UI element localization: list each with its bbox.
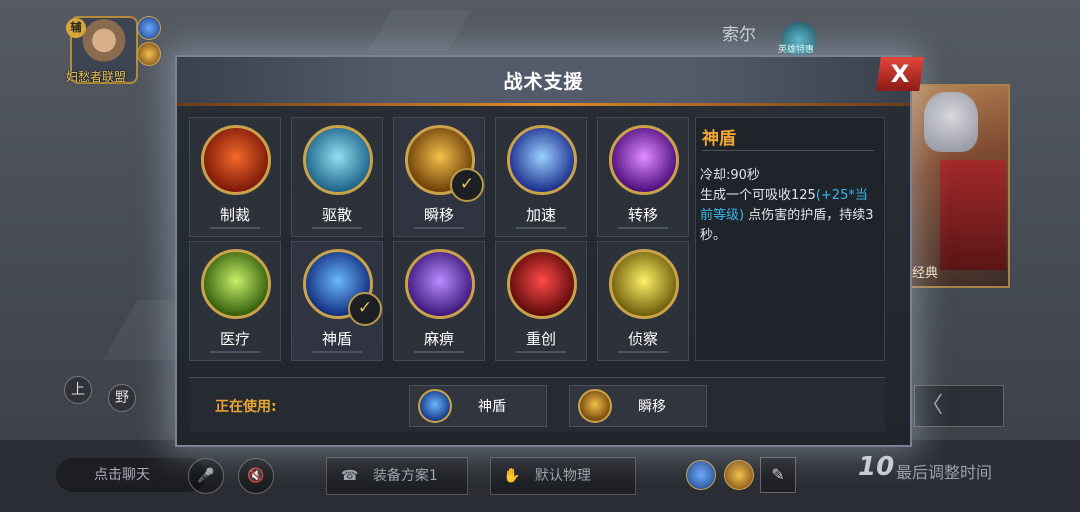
background-decoration: [368, 10, 472, 50]
skill-name: 转移: [627, 206, 658, 224]
aegis-icon: [137, 16, 161, 40]
skill-cell[interactable]: 驱散: [291, 117, 383, 237]
in-use-name: 神盾: [478, 399, 506, 415]
hero-portrait: [924, 92, 978, 152]
skill-detail-panel: 神盾 冷却:90秒 生成一个可吸收125(+25*当前等级) 点伤害的护盾，持续…: [695, 117, 885, 361]
transfer-icon: [609, 125, 679, 195]
skill-cell[interactable]: ✓ 神盾: [291, 241, 383, 361]
skill-underline: [516, 227, 566, 229]
hand-icon: ✋: [503, 468, 521, 484]
player-name: 索尔: [722, 25, 756, 45]
detail-description: 生成一个可吸收125(+25*当前等级) 点伤害的护盾，持续3秒。: [700, 186, 880, 246]
skill-underline: [618, 227, 668, 229]
in-use-name: 瞬移: [638, 399, 666, 415]
blink-icon[interactable]: [724, 460, 754, 490]
hero-deal-label: 英雄特惠: [778, 45, 815, 55]
aegis-icon: [418, 389, 452, 423]
blink-icon: [137, 42, 161, 66]
collapse-button[interactable]: 〈: [914, 385, 1004, 427]
in-use-label: 正在使用:: [215, 399, 277, 415]
in-use-slot[interactable]: 神盾: [409, 385, 547, 427]
desc-text: 生成一个可吸收125: [700, 188, 816, 203]
heal-icon: [201, 249, 271, 319]
equipment-icon: ☎: [341, 468, 359, 484]
skill-cell[interactable]: ✓ 瞬移: [393, 117, 485, 237]
skill-underline: [414, 227, 464, 229]
default-physical-button[interactable]: ✋ 默认物理: [490, 457, 636, 495]
skill-name: 驱散: [321, 206, 352, 224]
detail-divider: [702, 150, 874, 151]
lane-jungle-button[interactable]: 野: [108, 384, 136, 412]
blink-icon: [578, 389, 612, 423]
skill-cell[interactable]: 医疗: [189, 241, 281, 361]
default-physical-label: 默认物理: [534, 468, 591, 484]
skill-underline: [414, 351, 464, 353]
skill-cell[interactable]: 重创: [495, 241, 587, 361]
speaker-muted-icon[interactable]: 🔇: [238, 458, 274, 494]
skill-underline: [618, 351, 668, 353]
edit-icon[interactable]: ✎: [760, 457, 796, 493]
skill-name: 神盾: [321, 330, 352, 348]
haste-icon: [507, 125, 577, 195]
paralyze-icon: [405, 249, 475, 319]
wound-icon: [507, 249, 577, 319]
aegis-icon[interactable]: [686, 460, 716, 490]
adjust-timer-value: 10: [858, 452, 895, 482]
lane-top-button[interactable]: 上: [64, 376, 92, 404]
in-use-slot[interactable]: 瞬移: [569, 385, 707, 427]
tactical-support-dialog: 战术支援 X 制裁 驱散 ✓ 瞬移 加速 转移 医疗 ✓ 神盾 麻痹 重创 侦察 神盾 冷却:90秒 …: [175, 55, 924, 447]
checkmark-icon: ✓: [348, 292, 382, 326]
skill-name: 制裁: [219, 206, 250, 224]
skill-name: 医疗: [219, 330, 250, 348]
in-use-bar: 正在使用: 神盾 瞬移: [189, 377, 885, 432]
skill-name: 重创: [525, 330, 556, 348]
support-role-badge: 辅: [66, 18, 86, 38]
hero-cape: [940, 160, 1006, 270]
equipment-plan-button[interactable]: ☎ 装备方案1: [326, 457, 468, 495]
chat-input[interactable]: 点击聊天: [56, 458, 206, 492]
skill-name: 侦察: [627, 330, 658, 348]
equipment-plan-label: 装备方案1: [372, 468, 438, 484]
skill-cell[interactable]: 麻痹: [393, 241, 485, 361]
skill-name: 瞬移: [423, 206, 454, 224]
skill-cell[interactable]: 侦察: [597, 241, 689, 361]
scout-icon: [609, 249, 679, 319]
dispel-icon: [303, 125, 373, 195]
adjust-timer-label: 最后调整时间: [896, 463, 993, 482]
team-name: 妇愁者联盟: [66, 70, 127, 84]
skill-underline: [312, 227, 362, 229]
sanction-icon: [201, 125, 271, 195]
skill-cell[interactable]: 加速: [495, 117, 587, 237]
skill-underline: [312, 351, 362, 353]
skill-underline: [210, 351, 260, 353]
skill-underline: [210, 227, 260, 229]
close-button[interactable]: X: [876, 57, 924, 91]
detail-title: 神盾: [702, 129, 736, 149]
header-divider: [177, 103, 910, 106]
skin-label: 经典: [912, 266, 939, 281]
checkmark-icon: ✓: [450, 168, 484, 202]
skill-underline: [516, 351, 566, 353]
skill-cell[interactable]: 转移: [597, 117, 689, 237]
microphone-icon[interactable]: 🎤: [188, 458, 224, 494]
skill-name: 麻痹: [423, 330, 454, 348]
detail-cooldown: 冷却:90秒: [700, 168, 760, 183]
dialog-title: 战术支援: [503, 71, 584, 93]
skill-cell[interactable]: 制裁: [189, 117, 281, 237]
skill-name: 加速: [525, 206, 556, 224]
